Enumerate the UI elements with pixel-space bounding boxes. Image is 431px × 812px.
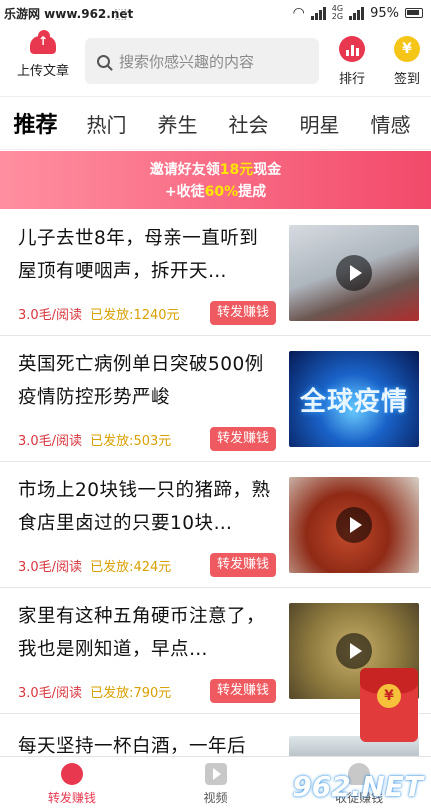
red-envelope-button[interactable]: ¥ <box>360 668 418 742</box>
thumbnail-text: 全球疫情 <box>299 387 408 417</box>
search-icon <box>97 54 110 68</box>
nav-label: 转发赚钱 <box>47 791 96 805</box>
battery-percent: 95% <box>370 5 399 21</box>
article-item[interactable]: 英国死亡病例单日突破500例 疫情防控形势严峻 3.0毛/阅读 已发放:503元… <box>0 336 431 462</box>
article-paid: 已发放:1240元 <box>90 308 180 323</box>
banner-line1-highlight: 18元 <box>219 162 254 178</box>
tab-health[interactable]: 养生 <box>142 109 213 138</box>
article-item[interactable]: 市场上20块钱一只的猪蹄，熟食店里卤过的只要10块… 3.0毛/阅读 已发放:4… <box>0 462 431 588</box>
wifi-icon: ◠ <box>292 5 305 21</box>
article-title[interactable]: 英国死亡病例单日突破500例 疫情防控形势严峻 <box>18 348 273 414</box>
article-meta: 3.0毛/阅读 已发放:1240元 <box>18 304 180 323</box>
article-title[interactable]: 市场上20块钱一只的猪蹄，熟食店里卤过的只要10块… <box>18 474 273 540</box>
upload-label: 上传文章 <box>16 64 69 79</box>
article-meta: 3.0毛/阅读 已发放:790元 <box>18 682 171 701</box>
nav-label: 视频 <box>203 791 228 805</box>
tab-hot[interactable]: 热门 <box>71 109 142 138</box>
rank-button[interactable]: 排行 <box>330 36 374 87</box>
banner-line-2: +收徒60%提成 <box>0 181 431 203</box>
rank-chart-icon <box>339 36 365 62</box>
play-icon <box>336 255 372 291</box>
banner-line2-pre: +收徒 <box>164 184 205 200</box>
upload-article-button[interactable]: ↑ 上传文章 <box>10 30 76 79</box>
nav-share-earn[interactable]: 转发赚钱 <box>0 757 144 812</box>
notification-icon: ⬚ <box>114 6 128 22</box>
network-type: 4G 2G <box>332 5 343 21</box>
article-price: 3.0毛/阅读 <box>18 560 83 575</box>
sign-in-button[interactable]: ¥ 签到 <box>385 36 429 87</box>
battery-icon <box>405 8 423 18</box>
article-price: 3.0毛/阅读 <box>18 308 83 323</box>
app-header: ↑ 上传文章 搜索你感兴趣的内容 排行 ¥ 签到 <box>0 30 431 94</box>
article-meta: 3.0毛/阅读 已发放:424元 <box>18 556 171 575</box>
banner-line1-post: 现金 <box>253 162 282 178</box>
invite-banner[interactable]: 邀请好友领18元现金 +收徒60%提成 <box>0 151 431 209</box>
article-thumbnail[interactable]: 全球疫情 <box>289 351 419 447</box>
upload-cloud-icon: ↑ <box>30 30 56 54</box>
tab-celebrity[interactable]: 明星 <box>284 109 355 138</box>
watermark-logo: 962.NET <box>292 770 423 803</box>
article-paid: 已发放:424元 <box>90 560 172 575</box>
tab-emotion[interactable]: 情感 <box>355 109 426 138</box>
article-thumbnail[interactable] <box>289 477 419 573</box>
article-paid: 已发放:790元 <box>90 686 172 701</box>
video-icon <box>204 763 227 785</box>
red-envelope-coin-icon: ¥ <box>377 684 401 708</box>
search-box[interactable]: 搜索你感兴趣的内容 <box>85 38 319 84</box>
sign-label: 签到 <box>393 72 420 87</box>
banner-line2-post: 提成 <box>238 184 267 200</box>
article-price: 3.0毛/阅读 <box>18 686 83 701</box>
article-title[interactable]: 家里有这种五角硬币注意了，我也是刚知道，早点… <box>18 600 273 666</box>
share-earn-button[interactable]: 转发赚钱 <box>210 427 276 451</box>
play-icon <box>336 507 372 543</box>
nav-video[interactable]: 视频 <box>144 757 288 812</box>
network-type-2: 2G <box>331 12 344 21</box>
article-item[interactable]: 儿子去世8年，母亲一直听到屋顶有哽咽声，拆开天… 3.0毛/阅读 已发放:124… <box>0 210 431 336</box>
article-meta: 3.0毛/阅读 已发放:503元 <box>18 430 171 449</box>
banner-line-1: 邀请好友领18元现金 <box>0 159 431 181</box>
search-placeholder: 搜索你感兴趣的内容 <box>119 52 255 71</box>
share-earn-button[interactable]: 转发赚钱 <box>210 679 276 703</box>
article-thumbnail[interactable] <box>289 225 419 321</box>
share-earn-button[interactable]: 转发赚钱 <box>210 301 276 325</box>
article-title[interactable]: 儿子去世8年，母亲一直听到屋顶有哽咽声，拆开天… <box>18 222 273 288</box>
tab-recommend[interactable]: 推荐 <box>0 107 71 139</box>
article-price: 3.0毛/阅读 <box>18 434 83 449</box>
banner-line2-highlight: 60% <box>204 184 239 200</box>
signal-icon-2 <box>349 6 365 20</box>
rank-label: 排行 <box>338 72 365 87</box>
yen-coin-icon: ¥ <box>394 36 420 62</box>
article-paid: 已发放:503元 <box>90 434 172 449</box>
signal-icon <box>310 6 326 20</box>
category-tabs: 推荐 热门 养生 社会 明星 情感 <box>0 96 431 150</box>
coin-stack-icon <box>60 763 83 785</box>
play-icon <box>336 633 372 669</box>
status-bar: 乐游网 www.962.net ⬚ ◠ 4G 2G 95% <box>0 0 431 30</box>
share-earn-button[interactable]: 转发赚钱 <box>210 553 276 577</box>
status-indicators: ◠ 4G 2G 95% <box>293 5 423 21</box>
tab-society[interactable]: 社会 <box>213 109 284 138</box>
article-title[interactable]: 每天坚持一杯白酒，一年后 <box>18 730 273 756</box>
banner-line1-pre: 邀请好友领 <box>149 162 220 178</box>
